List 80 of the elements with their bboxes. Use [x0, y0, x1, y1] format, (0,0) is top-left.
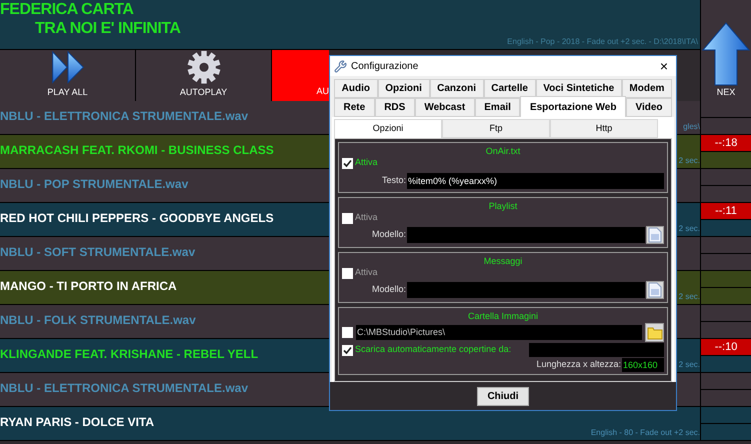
checkbox[interactable]: [342, 344, 353, 356]
playlist-row[interactable]: KLINGANDE FEAT. KRISHANE - REBEL YELL: [0, 339, 329, 372]
group-title: Cartella Immagini: [468, 310, 538, 322]
close-dialog-button[interactable]: Chiudi: [477, 386, 529, 406]
input-field[interactable]: [529, 343, 664, 357]
track-info: 2 sec.: [678, 359, 700, 371]
tab[interactable]: Http: [550, 119, 658, 138]
field-label: Lunghezza x altezza:: [536, 358, 621, 372]
group-title: Messaggi: [484, 255, 522, 267]
browse-button[interactable]: [646, 226, 664, 244]
playlist-row[interactable]: RYAN PARIS - DOLCE VITA: [0, 407, 329, 440]
tab[interactable]: Esportazione Web: [520, 96, 626, 117]
time-cell: --:18: [701, 135, 751, 152]
checkbox[interactable]: [342, 212, 353, 224]
song-name: KLINGANDE FEAT. KRISHANE - REBEL YELL: [0, 347, 258, 361]
artist-title: FEDERICA CARTA: [0, 0, 134, 20]
song-name: NBLU - POP STRUMENTALE.wav: [0, 177, 188, 191]
tab[interactable]: Rete: [334, 98, 375, 117]
song-name: NBLU - FOLK STRUMENTALE.wav: [0, 313, 196, 327]
input-field[interactable]: [407, 227, 645, 243]
checkbox[interactable]: [342, 268, 353, 278]
gear-icon: [184, 50, 222, 84]
field-label: Modello:: [370, 283, 406, 296]
song-name: NBLU - ELETTRONICA STRUMENTALE.wav: [0, 109, 248, 123]
tab[interactable]: Webcast: [414, 98, 475, 117]
browse-button[interactable]: [646, 281, 664, 299]
close-button[interactable]: ×: [656, 59, 672, 73]
tab[interactable]: Canzoni: [430, 79, 484, 98]
window-title: Configurazione: [351, 60, 418, 74]
track-info: 2 sec.: [678, 223, 700, 235]
time-cell: --:10: [701, 339, 751, 356]
play-all-button[interactable]: PLAY ALL: [0, 50, 136, 101]
track-info: English - Pop - 2018 - Fade out +2 sec. - D:\2018\ITA\: [507, 36, 698, 48]
document-icon: [648, 227, 662, 243]
checkbox[interactable]: [342, 158, 353, 168]
song-name: RYAN PARIS - DOLCE VITA: [0, 415, 154, 429]
tab[interactable]: RDS: [374, 98, 415, 117]
document-icon: [648, 282, 662, 298]
tools-icon: [334, 60, 347, 72]
track-info: 2 sec.: [678, 155, 700, 167]
checkbox[interactable]: [342, 327, 353, 338]
checkbox-label: Scarica automaticamente copertine da:: [355, 343, 512, 356]
input-field[interactable]: C:\MBStudio\Pictures\: [356, 325, 642, 340]
checkbox-label: Attiva: [355, 266, 378, 280]
track-info: 2 sec.: [678, 291, 700, 303]
tab[interactable]: Video: [626, 98, 672, 117]
checkbox-label: Attiva: [355, 156, 378, 170]
song-name: NBLU - SOFT STRUMENTALE.wav: [0, 245, 196, 259]
tab[interactable]: Ftp: [442, 119, 550, 138]
song-name: MARRACASH FEAT. RKOMI - BUSINESS CLASS: [0, 143, 274, 157]
playlist-row[interactable]: MARRACASH FEAT. RKOMI - BUSINESS CLASS: [0, 135, 329, 168]
track-info: English - 80 - Fade out +2 sec.: [590, 427, 700, 439]
next-button[interactable]: NEX: [700, 0, 751, 101]
tab[interactable]: Opzioni: [378, 79, 430, 98]
input-field[interactable]: [407, 282, 645, 298]
playlist-row[interactable]: MANGO - TI PORTO IN AFRICA: [0, 271, 329, 304]
browse-button[interactable]: [645, 323, 664, 342]
tab[interactable]: Audio: [334, 79, 378, 98]
input-field[interactable]: 160x160: [622, 358, 664, 372]
checkbox-label: Attiva: [355, 211, 378, 224]
double-triangle-icon: [50, 50, 86, 84]
song-name: NBLU - ELETTRONICA STRUMENTALE.wav: [0, 381, 248, 395]
song-title: TRA NOI E' INFINITA: [34, 20, 182, 38]
group-title: OnAir.txt: [486, 145, 520, 157]
autoplay-button[interactable]: AUTOPLAY: [136, 50, 272, 101]
field-label: Modello:: [370, 228, 406, 242]
tab[interactable]: Email: [474, 98, 520, 117]
time-cell: --:11: [701, 203, 751, 220]
song-name: RED HOT CHILI PEPPERS - GOODBYE ANGELS: [0, 211, 274, 225]
song-name: MANGO - TI PORTO IN AFRICA: [0, 279, 177, 293]
track-info: gles\: [683, 121, 700, 133]
tab[interactable]: Cartelle: [484, 79, 536, 98]
alert-button[interactable]: AU: [272, 50, 329, 101]
tab[interactable]: Modem: [622, 79, 672, 98]
group-title: Playlist: [488, 200, 518, 212]
up-arrow-icon: [702, 22, 750, 86]
playlist-row[interactable]: RED HOT CHILI PEPPERS - GOODBYE ANGELS: [0, 203, 329, 236]
field-label: Testo:: [380, 174, 406, 188]
tab[interactable]: Opzioni: [334, 119, 442, 138]
input-field[interactable]: %item0% (%yearxx%): [407, 173, 664, 189]
